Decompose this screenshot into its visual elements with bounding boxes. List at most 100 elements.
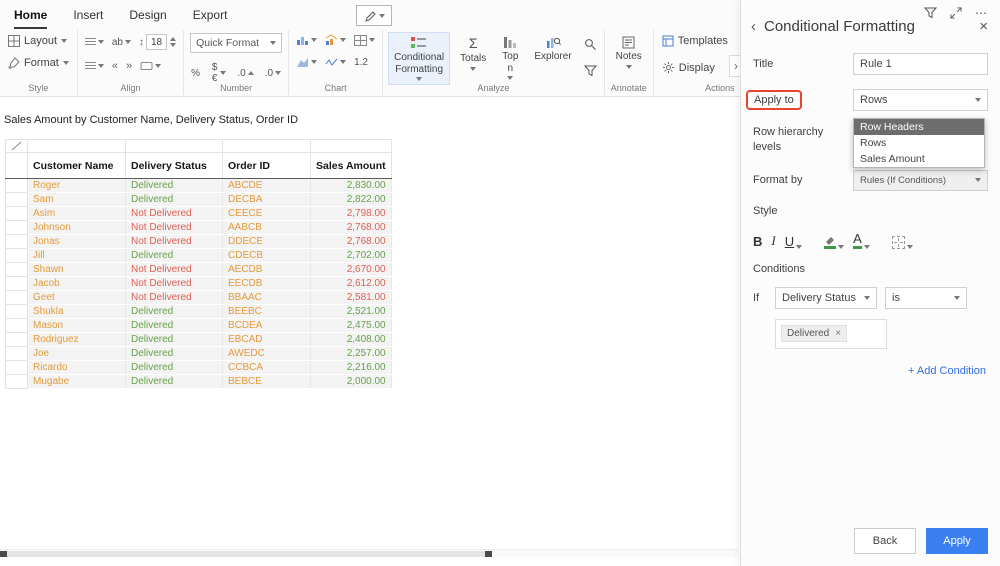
search-button[interactable] — [583, 37, 598, 52]
customer-name-cell[interactable]: Mason — [28, 319, 126, 333]
cell-shape-button[interactable] — [139, 60, 162, 72]
delivery-status-cell[interactable]: Delivered — [126, 305, 223, 319]
decrease-decimal-button[interactable]: .0 — [264, 67, 282, 80]
indent-decrease-button[interactable] — [111, 59, 119, 73]
title-input[interactable] — [853, 53, 988, 75]
customer-name-cell[interactable]: Jacob — [28, 277, 126, 291]
dropdown-option-sales-amount[interactable]: Sales Amount — [854, 151, 984, 167]
layout-button[interactable]: Layout — [6, 33, 71, 49]
row-header-cell[interactable] — [6, 277, 28, 291]
condition-field-select[interactable]: Delivery Status — [775, 287, 877, 309]
grid-blank-cell[interactable] — [28, 140, 126, 153]
sales-amount-cell[interactable]: 2,000.00 — [311, 375, 392, 389]
sales-amount-cell[interactable]: 2,830.00 — [311, 179, 392, 193]
delivery-status-cell[interactable]: Not Delivered — [126, 207, 223, 221]
row-header-cell[interactable] — [6, 347, 28, 361]
pivot-grid[interactable]: Customer Name Delivery Status Order ID S… — [5, 139, 392, 389]
order-id-cell[interactable]: BEEBC — [223, 305, 311, 319]
sales-amount-cell[interactable]: 2,670.00 — [311, 263, 392, 277]
sparkline-button[interactable] — [324, 55, 347, 69]
order-id-cell[interactable]: ABCDE — [223, 179, 311, 193]
sales-amount-cell[interactable]: 2,798.00 — [311, 207, 392, 221]
order-id-cell[interactable]: BCDEA — [223, 319, 311, 333]
sales-amount-cell[interactable]: 2,702.00 — [311, 249, 392, 263]
customer-name-cell[interactable]: Sam — [28, 193, 126, 207]
grid-blank-cell[interactable] — [126, 140, 223, 153]
order-id-cell[interactable]: AECDB — [223, 263, 311, 277]
sales-amount-cell[interactable]: 2,408.00 — [311, 333, 392, 347]
fill-color-button[interactable] — [824, 235, 844, 249]
delivery-status-cell[interactable]: Not Delivered — [126, 277, 223, 291]
panel-back-chevron[interactable] — [751, 18, 756, 35]
delivery-status-cell[interactable]: Delivered — [126, 193, 223, 207]
underline-button[interactable]: U — [785, 234, 802, 249]
condition-value-chip[interactable]: Delivered — [781, 325, 847, 342]
more-options-icon[interactable] — [975, 6, 988, 20]
delivery-status-cell[interactable]: Not Delivered — [126, 221, 223, 235]
tab-insert[interactable]: Insert — [73, 8, 103, 29]
bar-chart-button[interactable] — [295, 33, 318, 47]
row-header-cell[interactable] — [6, 333, 28, 347]
area-chart-button[interactable] — [295, 55, 318, 69]
dropdown-option-rows[interactable]: Rows — [854, 135, 984, 151]
customer-name-cell[interactable]: Jonas — [28, 235, 126, 249]
customer-name-cell[interactable]: Shawn — [28, 263, 126, 277]
delivery-status-cell[interactable]: Delivered — [126, 249, 223, 263]
sales-amount-cell[interactable]: 2,257.00 — [311, 347, 392, 361]
totals-button[interactable]: Totals — [455, 33, 491, 74]
grid-corner-cell[interactable] — [6, 140, 28, 153]
top-n-button[interactable]: Top n — [497, 33, 523, 83]
delivery-status-cell[interactable]: Delivered — [126, 347, 223, 361]
delivery-status-cell[interactable]: Delivered — [126, 361, 223, 375]
row-header-cell[interactable] — [6, 291, 28, 305]
font-color-button[interactable]: A — [853, 232, 870, 249]
currency-format-button[interactable]: $€ — [210, 61, 227, 85]
tab-export[interactable]: Export — [193, 8, 228, 29]
column-header-sales-amount[interactable]: Sales Amount — [311, 153, 392, 179]
delivery-status-cell[interactable]: Not Delivered — [126, 291, 223, 305]
delivery-status-cell[interactable]: Not Delivered — [126, 235, 223, 249]
delivery-status-cell[interactable]: Delivered — [126, 319, 223, 333]
decimal-places-button[interactable]: 1.2 — [353, 56, 369, 69]
delivery-status-cell[interactable]: Delivered — [126, 333, 223, 347]
row-header-cell[interactable] — [6, 263, 28, 277]
delivery-status-cell[interactable]: Not Delivered — [126, 263, 223, 277]
notes-button[interactable]: Notes — [611, 33, 647, 72]
order-id-cell[interactable]: CCBCA — [223, 361, 311, 375]
tab-design[interactable]: Design — [129, 8, 166, 29]
sales-amount-cell[interactable]: 2,612.00 — [311, 277, 392, 291]
order-id-cell[interactable]: EBCAD — [223, 333, 311, 347]
font-size-value[interactable]: 18 — [146, 34, 167, 50]
sales-amount-cell[interactable]: 2,822.00 — [311, 193, 392, 207]
italic-button[interactable]: I — [771, 233, 775, 249]
borders-button[interactable] — [892, 236, 913, 249]
grid-blank-cell[interactable] — [223, 140, 311, 153]
apply-to-select[interactable]: Rows — [853, 89, 988, 111]
conditional-formatting-button[interactable]: Conditional Formatting — [389, 33, 449, 84]
customer-name-cell[interactable]: Geet — [28, 291, 126, 305]
row-header-cell[interactable] — [6, 221, 28, 235]
order-id-cell[interactable]: DDECE — [223, 235, 311, 249]
customer-name-cell[interactable]: Jill — [28, 249, 126, 263]
sales-amount-cell[interactable]: 2,581.00 — [311, 291, 392, 305]
column-header-order-id[interactable]: Order ID — [223, 153, 311, 179]
customer-name-cell[interactable]: Mugabe — [28, 375, 126, 389]
sales-amount-cell[interactable]: 2,475.00 — [311, 319, 392, 333]
format-button[interactable]: Format — [6, 55, 71, 71]
order-id-cell[interactable]: DECBA — [223, 193, 311, 207]
condition-values-box[interactable]: Delivered — [775, 319, 887, 349]
tab-home[interactable]: Home — [14, 8, 47, 29]
align-button[interactable] — [84, 61, 105, 72]
row-header-cell[interactable] — [6, 193, 28, 207]
display-button[interactable]: Display — [660, 59, 730, 76]
row-header-cell[interactable] — [6, 179, 28, 193]
bold-button[interactable]: B — [753, 234, 762, 249]
grid-blank-cell[interactable] — [311, 140, 392, 153]
delivery-status-cell[interactable]: Delivered — [126, 179, 223, 193]
customer-name-cell[interactable]: Rodriguez — [28, 333, 126, 347]
horizontal-scrollbar[interactable] — [0, 549, 738, 557]
text-options-button[interactable]: ab — [111, 36, 132, 49]
order-id-cell[interactable]: AWEDC — [223, 347, 311, 361]
grid-chart-button[interactable] — [353, 34, 376, 47]
row-header-cell[interactable] — [6, 207, 28, 221]
